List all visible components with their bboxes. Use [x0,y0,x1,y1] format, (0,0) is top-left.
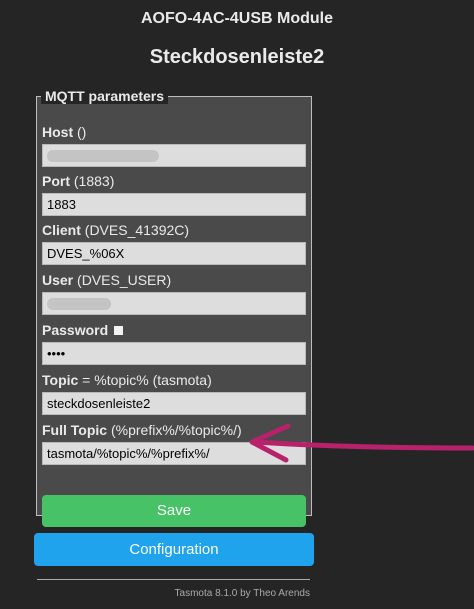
client-field: Client (DVES_41392C) DVES_%06X [42,222,306,265]
footer-text: Tasmota 8.1.0 by Theo Arends [174,588,310,599]
redacted-value [47,297,111,310]
client-input[interactable]: DVES_%06X [42,242,306,265]
topic-label: Topic = %topic% (tasmota) [42,372,212,388]
save-button[interactable]: Save [42,495,306,527]
password-field: Password •••• [42,322,306,365]
module-name: AOFO-4AC-4USB Module [141,10,333,27]
topic-input[interactable]: steckdosenleiste2 [42,392,306,415]
host-label: Host () [42,124,87,140]
footer-divider [37,579,310,580]
host-field: Host () [42,124,306,167]
topic-field: Topic = %topic% (tasmota) steckdosenleis… [42,372,306,415]
device-name: Steckdosenleiste2 [149,46,325,68]
password-label: Password [42,322,306,338]
show-password-checkbox[interactable] [114,326,124,335]
user-field: User (DVES_USER) [42,272,306,315]
password-input[interactable]: •••• [42,342,306,365]
port-label: Port (1883) [42,173,115,189]
client-label: Client (DVES_41392C) [42,222,190,238]
redacted-value [47,149,159,162]
user-label: User (DVES_USER) [42,272,172,288]
configuration-button[interactable]: Configuration [34,533,314,566]
port-input[interactable]: 1883 [42,193,306,216]
annotation-arrow-icon [249,423,474,463]
port-field: Port (1883) 1883 [42,173,306,216]
host-input[interactable] [42,144,306,167]
mqtt-parameters-legend: MQTT parameters [41,88,169,104]
user-input[interactable] [42,292,306,315]
